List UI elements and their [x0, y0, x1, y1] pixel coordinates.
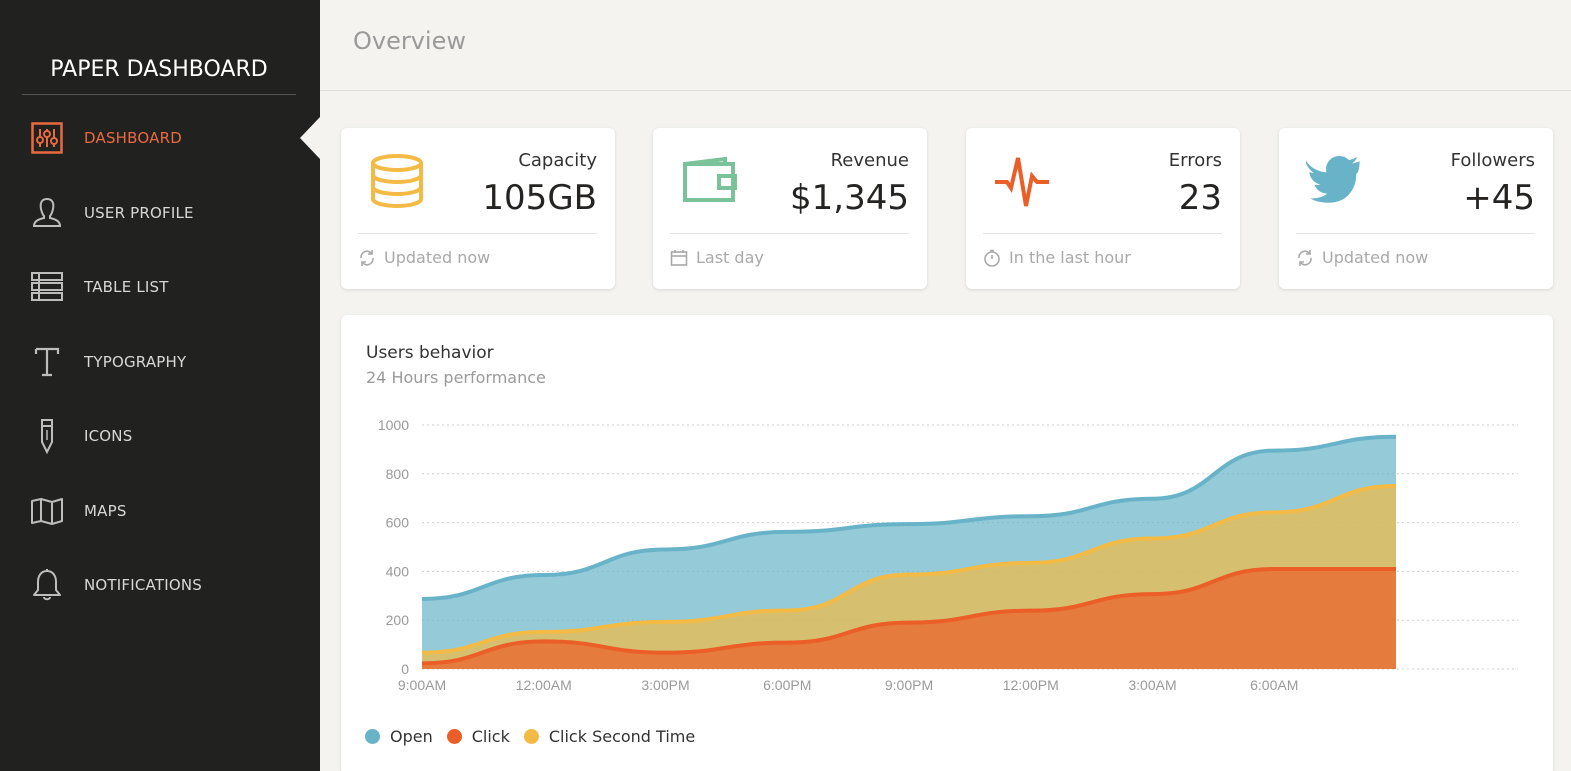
pulse-icon: [991, 150, 1053, 212]
stat-value: 23: [1178, 178, 1222, 218]
y-tick-label: 0: [401, 661, 409, 677]
x-tick-label: 6:00AM: [1250, 677, 1298, 693]
twitter-icon: [1304, 150, 1366, 212]
sidebar-item-label: NOTIFICATIONS: [84, 576, 202, 594]
x-tick-label: 9:00PM: [885, 677, 933, 693]
legend-label: Click: [471, 727, 510, 746]
stat-card-revenue: Revenue $1,345 Last day: [653, 128, 927, 289]
table-list-icon: [28, 268, 66, 306]
wallet-icon: [678, 150, 740, 212]
sidebar-item-label: ICONS: [84, 427, 133, 445]
legend-label: Open: [390, 727, 433, 746]
stat-footer-text: Updated now: [1322, 248, 1429, 267]
stat-label: Followers: [1450, 150, 1535, 171]
stat-footer-text: Updated now: [384, 248, 491, 267]
stat-label: Capacity: [518, 150, 597, 171]
stat-card-errors: Errors 23 In the last hour: [966, 128, 1240, 289]
sidebar-item-label: USER PROFILE: [84, 204, 194, 222]
legend-dot: [523, 729, 539, 744]
database-icon: [366, 150, 428, 212]
legend-item-click: Click: [446, 727, 510, 746]
user-icon: [28, 194, 66, 232]
sliders-icon: [28, 119, 66, 157]
sidebar: PAPER DASHBOARD DASHBOARD USER PROFILE T…: [0, 0, 320, 771]
stat-footer: Updated now: [1296, 248, 1428, 267]
divider: [1296, 233, 1535, 234]
stat-footer: In the last hour: [983, 248, 1131, 267]
refresh-icon: [1298, 249, 1312, 266]
sidebar-item-notifications[interactable]: NOTIFICATIONS: [0, 565, 320, 605]
y-tick-label: 400: [386, 563, 410, 579]
legend-dot: [446, 729, 462, 744]
stat-label: Errors: [1168, 150, 1222, 171]
x-tick-label: 12:00PM: [1003, 677, 1059, 693]
stat-footer: Updated now: [358, 248, 490, 267]
divider: [358, 233, 597, 234]
stat-value: 105GB: [482, 178, 597, 218]
sidebar-item-label: TABLE LIST: [84, 278, 169, 296]
legend-dot: [365, 729, 380, 744]
stat-label: Revenue: [830, 150, 909, 171]
sidebar-item-icons[interactable]: ICONS: [0, 416, 320, 456]
stat-value: +45: [1463, 178, 1535, 218]
active-item-caret: [300, 117, 320, 159]
sidebar-item-label: TYPOGRAPHY: [84, 353, 187, 371]
sidebar-item-table-list[interactable]: TABLE LIST: [0, 267, 320, 307]
typography-icon: [28, 343, 66, 381]
sidebar-item-label: DASHBOARD: [84, 129, 182, 147]
chart-legend: Open Click Click Second Time: [365, 727, 709, 746]
sidebar-item-user-profile[interactable]: USER PROFILE: [0, 193, 320, 233]
calendar-icon: [670, 249, 688, 266]
y-tick-label: 200: [386, 612, 410, 628]
map-icon: [28, 492, 66, 530]
stat-footer: Last day: [670, 248, 764, 267]
legend-item-click-second-time: Click Second Time: [523, 727, 696, 746]
area-chart: 0 200 400 600 800 1000 9:00AM 12:00AM 3:00PM 6:00…: [378, 417, 1518, 693]
page-title[interactable]: Overview: [353, 27, 466, 55]
stat-footer-text: In the last hour: [1009, 248, 1131, 267]
y-tick-label: 800: [386, 466, 410, 482]
users-behavior-card: Users behavior 24 Hours performance 0 200…: [341, 315, 1553, 771]
brand-logo[interactable]: PAPER DASHBOARD: [22, 56, 296, 95]
x-tick-label: 3:00AM: [1128, 677, 1176, 693]
refresh-icon: [360, 249, 374, 266]
divider: [983, 233, 1222, 234]
legend-item-open: Open: [365, 727, 433, 746]
sidebar-item-dashboard[interactable]: DASHBOARD: [0, 118, 320, 158]
y-tick-label: 600: [386, 515, 410, 531]
sidebar-item-label: MAPS: [84, 502, 127, 520]
pencil-icon: [28, 417, 66, 455]
stat-card-capacity: Capacity 105GB Updated now: [341, 128, 615, 289]
x-tick-label: 3:00PM: [641, 677, 689, 693]
stat-card-followers: Followers +45 Updated now: [1279, 128, 1553, 289]
stat-value: $1,345: [790, 178, 909, 218]
sidebar-item-typography[interactable]: TYPOGRAPHY: [0, 342, 320, 382]
timer-icon: [984, 249, 1000, 267]
bell-icon: [28, 566, 66, 604]
x-tick-label: 9:00AM: [398, 677, 446, 693]
x-tick-label: 6:00PM: [763, 677, 811, 693]
y-tick-label: 1000: [378, 417, 409, 433]
divider: [670, 233, 909, 234]
stat-footer-text: Last day: [696, 248, 764, 267]
x-tick-label: 12:00AM: [516, 677, 572, 693]
top-navbar: Overview: [320, 0, 1571, 91]
legend-label: Click Second Time: [548, 727, 696, 746]
sidebar-item-maps[interactable]: MAPS: [0, 491, 320, 531]
